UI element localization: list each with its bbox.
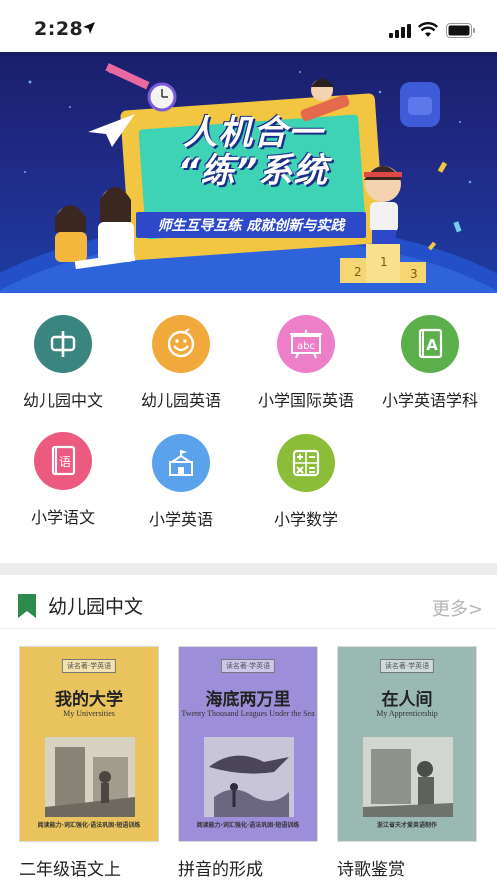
smiley-icon: [167, 328, 195, 358]
category-kindergarten-chinese[interactable]: 幼儿园中文: [1, 315, 125, 411]
svg-text:abc: abc: [297, 341, 315, 352]
bookmark-icon: [18, 594, 36, 618]
book-card[interactable]: 读名著·学英语 在人间 My Apprenticeship 浙江省天才爱英语制作…: [337, 646, 477, 880]
category-icon-circle: abc: [277, 315, 335, 373]
category-primary-intl-english[interactable]: abc 小学国际英语: [244, 315, 368, 411]
book-title: 诗歌鉴赏: [337, 860, 405, 880]
category-primary-chinese[interactable]: 语 小学语文: [1, 432, 125, 528]
book-list: 读名著·学英语 我的大学 My Universities 阅读能力·词汇强化·语…: [0, 629, 497, 883]
book-illustration: [45, 737, 135, 817]
category-label: 小学国际英语: [257, 391, 354, 410]
book-card[interactable]: 读名著·学英语 海底两万里 Twenty Thousand Leagues Un…: [178, 646, 318, 880]
cellular-signal-icon: [389, 24, 411, 38]
book-illustration: [204, 737, 294, 817]
category-icon-circle: [152, 315, 210, 373]
svg-text:3: 3: [410, 267, 418, 281]
chinese-char-icon: [50, 331, 76, 357]
banner-title-line1: 人机合一: [183, 113, 323, 153]
book-cover-title: 海底两万里: [205, 690, 291, 710]
category-icon-circle: A: [401, 315, 459, 373]
book-series-label: 读名著·学英语: [61, 659, 117, 673]
school-building-icon: [169, 450, 193, 476]
book-series-label: 读名著·学英语: [220, 659, 276, 673]
book-cover-footer: 浙江省天才爱英语制作: [376, 822, 437, 829]
category-icon-circle: 语: [34, 432, 92, 490]
wifi-icon: [418, 22, 438, 37]
category-primary-english[interactable]: 小学英语: [119, 434, 243, 530]
banner-title-line2: “练”系统: [177, 151, 329, 191]
section-header: 幼儿园中文 更多>: [0, 575, 497, 629]
category-label: 小学英语学科: [381, 391, 478, 410]
category-primary-math[interactable]: 小学数学: [244, 434, 368, 530]
category-primary-english-subject[interactable]: A 小学英语学科: [368, 315, 492, 411]
section-title: 幼儿园中文: [48, 596, 144, 618]
book-illustration: [363, 737, 453, 817]
abc-board-icon: abc: [290, 330, 322, 359]
banner-slogan: 师生互导互练 成就创新与实践: [136, 212, 366, 238]
book-cover: 读名著·学英语 我的大学 My Universities 阅读能力·词汇强化·语…: [19, 646, 159, 842]
promo-banner[interactable]: 2 1 3 人机合一 “练”系统 师生互导互练 成就创新与实践: [0, 52, 497, 293]
svg-text:语: 语: [59, 455, 71, 469]
book-cover-subtitle: Twenty Thousand Leagues Under the Sea: [181, 709, 315, 718]
more-link[interactable]: 更多>: [432, 595, 483, 621]
svg-text:2: 2: [354, 265, 362, 279]
chinese-book-icon: 语: [51, 445, 76, 476]
category-label: 幼儿园英语: [140, 391, 221, 410]
category-grid: 幼儿园中文 幼儿园英语 abc 小学国际英语 A 小学英语学科 语 小学语文 小…: [0, 293, 497, 563]
banner-title: 人机合一 “练”系统: [148, 114, 358, 190]
book-cover-subtitle: My Universities: [63, 709, 115, 718]
status-time: 2:28: [34, 18, 84, 40]
category-label: 幼儿园中文: [22, 391, 103, 410]
category-icon-circle: [34, 315, 92, 373]
book-cover-footer: 阅读能力·词汇强化·语法巩固·短语训练: [37, 822, 141, 829]
status-bar: 2:28: [0, 0, 497, 52]
book-cover: 读名著·学英语 海底两万里 Twenty Thousand Leagues Un…: [178, 646, 318, 842]
svg-text:1: 1: [380, 255, 388, 269]
book-title: 拼音的形成: [178, 860, 263, 880]
book-cover-title: 在人间: [381, 690, 433, 710]
book-cover-title: 我的大学: [55, 690, 123, 710]
book-cover-subtitle: My Apprenticeship: [376, 709, 438, 718]
category-kindergarten-english[interactable]: 幼儿园英语: [119, 315, 243, 411]
letter-a-book-icon: A: [418, 328, 443, 359]
category-icon-circle: [152, 434, 210, 492]
book-title: 二年级语文上: [19, 860, 121, 880]
location-arrow-icon: [83, 22, 95, 34]
svg-text:A: A: [426, 336, 438, 354]
calculator-icon: [292, 449, 320, 477]
battery-icon: [446, 23, 475, 38]
category-label: 小学语文: [30, 508, 95, 527]
book-cover-footer: 阅读能力·词汇强化·语法巩固·短语训练: [196, 822, 300, 829]
book-series-label: 读名著·学英语: [379, 659, 435, 673]
book-cover: 读名著·学英语 在人间 My Apprenticeship 浙江省天才爱英语制作: [337, 646, 477, 842]
banner-slogan-wrap: 师生互导互练 成就创新与实践: [136, 212, 366, 238]
category-icon-circle: [277, 434, 335, 492]
section-divider: [0, 563, 497, 575]
book-card[interactable]: 读名著·学英语 我的大学 My Universities 阅读能力·词汇强化·语…: [19, 646, 159, 880]
category-label: 小学英语: [148, 510, 213, 529]
category-label: 小学数学: [273, 510, 338, 529]
